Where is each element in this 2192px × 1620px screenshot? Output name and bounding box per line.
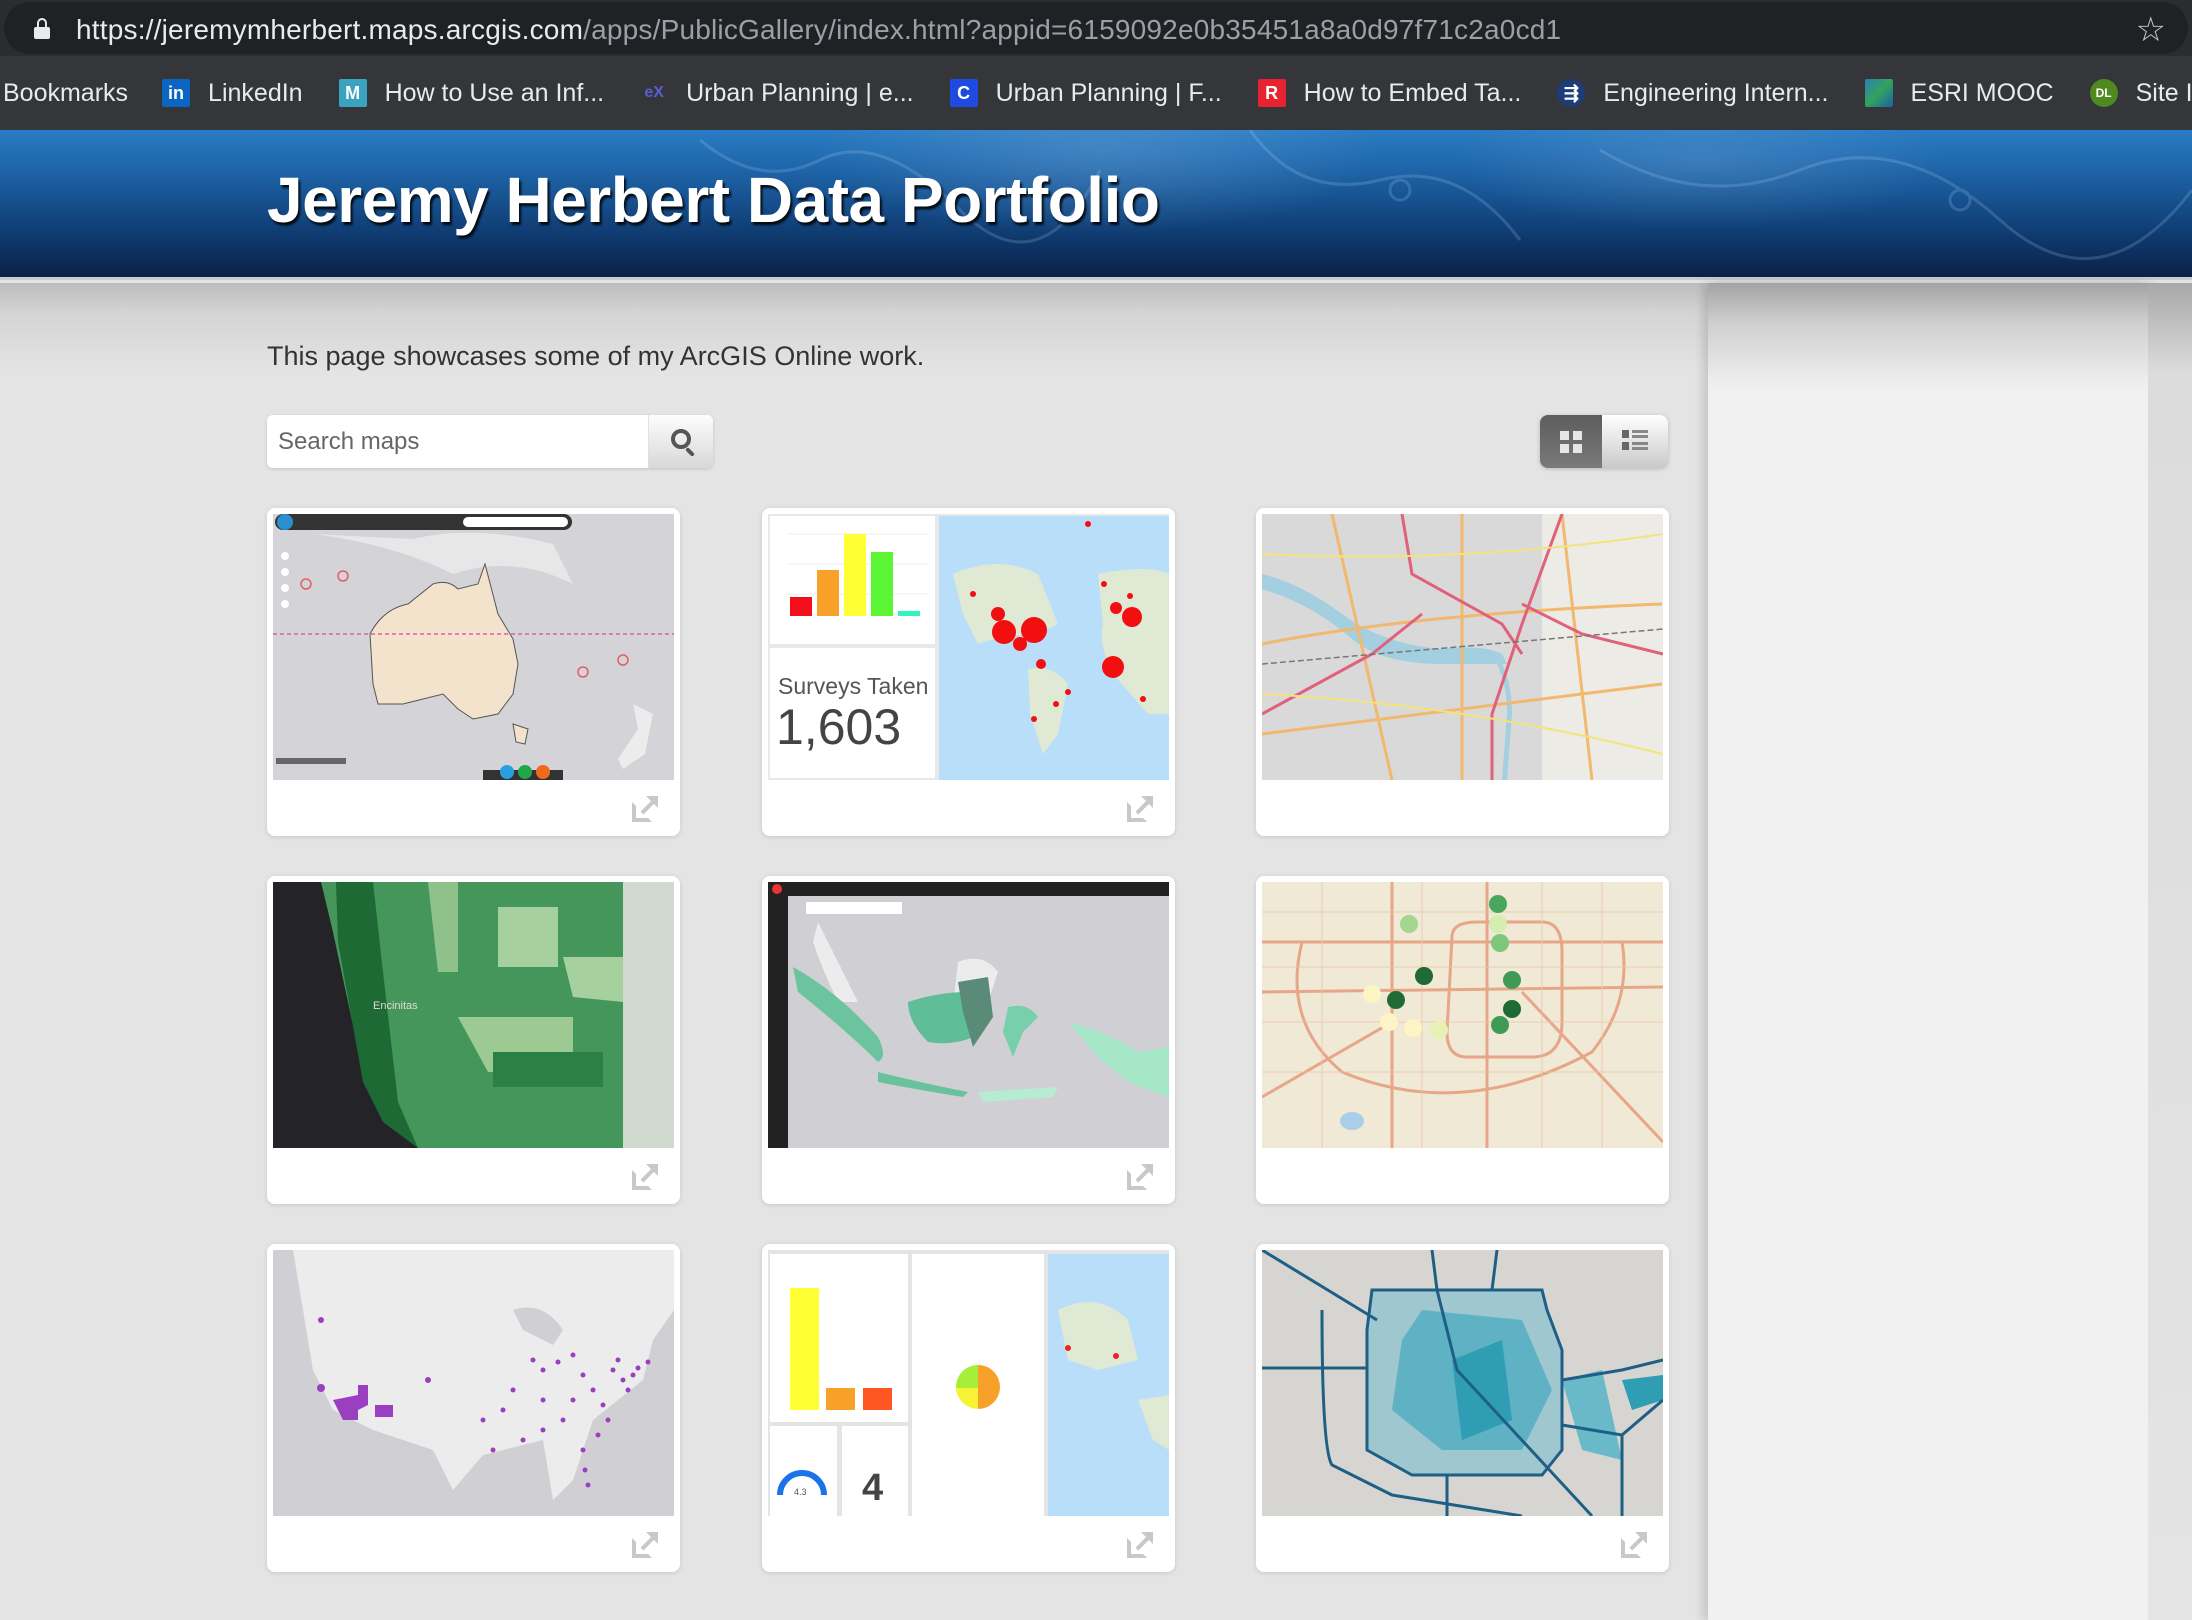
list-icon (1622, 430, 1648, 452)
linkedin-icon: in (162, 79, 191, 107)
gallery-card-survey-dashboard[interactable]: Surveys Taken 1,603 (762, 508, 1175, 836)
dl-site-icon: DL (2089, 79, 2118, 107)
edx-icon: eX (644, 84, 664, 101)
bookmark-label: Urban Planning | F... (995, 78, 1222, 107)
map-place-label: Encinitas (373, 1000, 418, 1012)
bookmark-label: LinkedIn (208, 78, 303, 107)
encinitas-choropleth-thumbnail[interactable]: Encinitas (273, 882, 674, 1148)
survey-count-value: 4 (862, 1467, 883, 1509)
search-input[interactable] (267, 415, 648, 468)
bookmark-label: Site I (2135, 78, 2192, 107)
page-gutter (2148, 283, 2192, 1620)
gallery-card-houston-choropleth[interactable] (1256, 1244, 1669, 1572)
bookmark-embed-tableau[interactable]: R How to Embed Ta... (1257, 78, 1522, 108)
search-button[interactable] (648, 415, 713, 468)
bookmark-infographic[interactable]: M How to Use an Inf... (338, 78, 605, 108)
bookmark-label: How to Embed Ta... (1303, 78, 1522, 107)
gallery-card-indonesia-map[interactable] (762, 876, 1175, 1204)
engineering-site-icon: ⇶ (1557, 79, 1586, 107)
gallery-card-encinitas-choropleth[interactable]: Encinitas (267, 876, 680, 1204)
browser-address-bar: https://jeremymherbert.maps.arcgis.com/a… (0, 0, 2192, 56)
indonesia-map-thumbnail[interactable] (768, 882, 1169, 1148)
search-icon (671, 429, 691, 449)
page-header-banner: Jeremy Herbert Data Portfolio (0, 130, 2192, 280)
open-external-icon[interactable] (632, 1164, 658, 1190)
bookmark-star-icon[interactable]: ☆ (2136, 10, 2166, 50)
r-site-icon: R (1257, 79, 1286, 107)
url-path: /apps/PublicGallery/index.html?appid=615… (583, 14, 1562, 45)
survey-dashboard-thumbnail[interactable]: Surveys Taken 1,603 (768, 514, 1169, 780)
open-external-icon[interactable] (1621, 1532, 1647, 1558)
grid-view-button[interactable] (1540, 415, 1602, 468)
australia-map-thumbnail[interactable] (273, 514, 674, 780)
open-external-icon[interactable] (632, 1532, 658, 1558)
bookmark-linkedin[interactable]: in LinkedIn (162, 79, 303, 108)
view-toggle (1540, 415, 1668, 468)
houston-points-map-thumbnail[interactable] (1262, 882, 1663, 1148)
m-site-icon: M (338, 79, 367, 107)
gallery-card-survey-dashboard-2[interactable]: 4.3 4 (762, 1244, 1175, 1572)
gallery-card-richmond-street-map[interactable] (1256, 508, 1669, 836)
intro-text: This page showcases some of my ArcGIS On… (267, 341, 925, 371)
bookmark-urban-planning-f[interactable]: C Urban Planning | F... (949, 78, 1222, 108)
houston-choropleth-thumbnail[interactable] (1262, 1250, 1663, 1516)
list-view-button[interactable] (1602, 415, 1668, 468)
bookmark-site[interactable]: DL Site I (2089, 78, 2192, 108)
gallery-card-usa-points-map[interactable] (267, 1244, 680, 1572)
bookmark-urban-planning-edx[interactable]: eX Urban Planning | e... (640, 79, 913, 108)
bookmark-label: Engineering Intern... (1603, 78, 1829, 107)
open-external-icon[interactable] (1127, 1164, 1153, 1190)
open-external-icon[interactable] (632, 796, 658, 822)
esri-icon (1864, 79, 1893, 107)
grid-icon (1560, 431, 1582, 453)
gallery-card-australia-map[interactable] (267, 508, 680, 836)
url-field[interactable]: https://jeremymherbert.maps.arcgis.com/a… (4, 2, 2188, 54)
main-content: This page showcases some of my ArcGIS On… (0, 283, 1708, 1620)
open-external-icon[interactable] (1127, 796, 1153, 822)
c-site-icon: C (949, 79, 978, 107)
bookmark-engineering-intern[interactable]: ⇶ Engineering Intern... (1557, 78, 1829, 108)
open-external-icon[interactable] (1127, 1532, 1153, 1558)
bookmark-label: ESRI MOOC (1910, 78, 2054, 107)
lock-icon (34, 18, 50, 40)
side-panel (1708, 283, 2148, 1620)
url-host: https://jeremymherbert.maps.arcgis.com (76, 14, 584, 45)
dashboard-label: Surveys Taken (778, 673, 928, 699)
page-title: Jeremy Herbert Data Portfolio (267, 164, 1160, 236)
gauge-value: 4.3 (794, 1487, 807, 1497)
bookmark-label: How to Use an Inf... (384, 78, 605, 107)
search-box (267, 415, 713, 468)
survey-dashboard-2-thumbnail[interactable]: 4.3 4 (768, 1250, 1169, 1516)
bookmark-label: Urban Planning | e... (686, 78, 914, 107)
usa-points-map-thumbnail[interactable] (273, 1250, 674, 1516)
url-text[interactable]: https://jeremymherbert.maps.arcgis.com/a… (76, 14, 1561, 46)
richmond-street-map-thumbnail[interactable] (1262, 514, 1663, 780)
bookmarks-bar: Bookmarks in LinkedIn M How to Use an Inf.… (0, 56, 2192, 130)
bookmarks-label: Bookmarks (3, 78, 129, 107)
gallery-card-houston-points-map[interactable] (1256, 876, 1669, 1204)
bookmarks-folder[interactable]: Bookmarks (3, 79, 128, 108)
dashboard-value: 1,603 (776, 699, 901, 755)
bookmark-esri-mooc[interactable]: ESRI MOOC (1864, 78, 2054, 108)
